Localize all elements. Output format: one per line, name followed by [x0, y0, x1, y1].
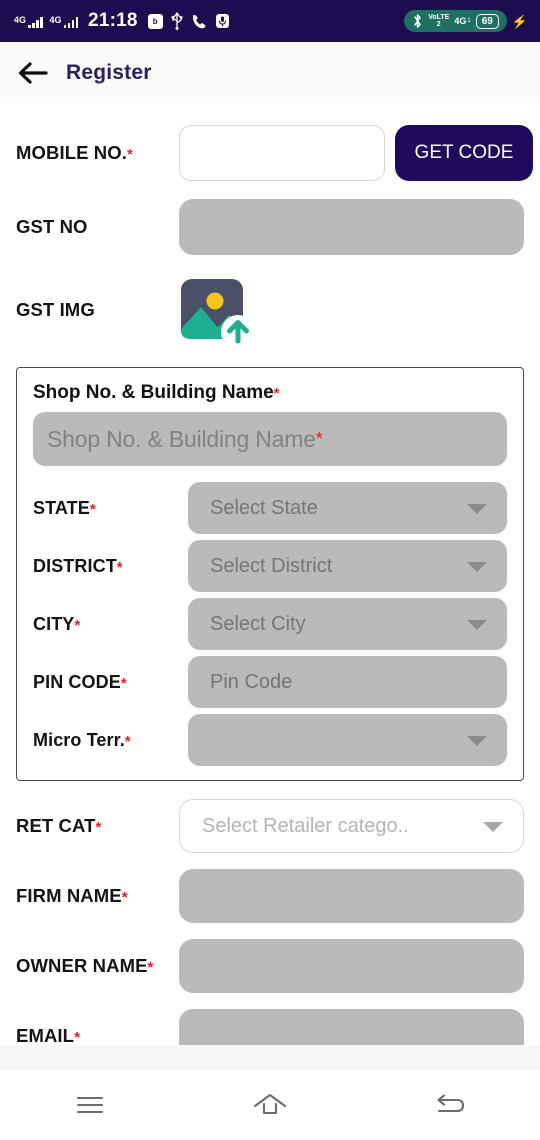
home-icon [253, 1093, 287, 1115]
status-pill: VoLTE 2 4G 1 69 [404, 10, 507, 32]
microphone-icon [215, 13, 230, 29]
firm-name-input[interactable] [179, 869, 524, 923]
field-row-pin-code: PIN CODE* Pin Code [25, 656, 515, 708]
label-email: EMAIL* [16, 1025, 80, 1045]
status-bar-left: 4G 4G 21:18 b [14, 10, 230, 32]
district-dropdown[interactable]: Select District [188, 540, 507, 592]
gst-img-upload-wrap [179, 273, 524, 353]
label-gst-no: GST NO [16, 216, 88, 237]
status-clock: 21:18 [88, 10, 138, 31]
charging-icon: ⚡ [511, 13, 528, 29]
nav-spacer [0, 1045, 540, 1070]
back-icon [437, 1094, 465, 1113]
state-dropdown[interactable]: Select State [188, 482, 507, 534]
field-row-micro-terr: Micro Terr.* [25, 714, 515, 766]
signal-sim1-icon: 4G [14, 14, 43, 28]
ret-cat-dropdown[interactable]: Select Retailer catego.. [179, 799, 524, 853]
chevron-down-icon [467, 620, 487, 630]
back-button[interactable] [415, 1080, 485, 1130]
chevron-down-icon [467, 736, 487, 746]
field-row-district: DISTRICT* Select District [25, 540, 515, 592]
back-arrow-icon[interactable] [18, 61, 48, 85]
get-code-button[interactable]: GET CODE [395, 125, 533, 181]
chevron-down-icon [467, 562, 487, 572]
label-mobile: MOBILE NO.* [16, 142, 133, 163]
form-scroll-area[interactable]: MOBILE NO.* GET CODE GST NO GST IMG Shop… [0, 103, 540, 1045]
phone-call-icon [191, 13, 208, 30]
mobile-input[interactable] [179, 125, 385, 181]
menu-icon [76, 1096, 104, 1114]
field-row-ret-cat: RET CAT* Select Retailer catego.. [0, 799, 540, 853]
field-row-city: CITY* Select City [25, 598, 515, 650]
network-indicator: 4G 1 [454, 15, 471, 26]
label-owner-name: OWNER NAME* [16, 955, 154, 976]
recents-button[interactable] [55, 1080, 125, 1130]
field-row-mobile: MOBILE NO.* GET CODE [0, 125, 540, 181]
field-row-gst-img: GST IMG [0, 273, 540, 353]
micro-terr-dropdown[interactable] [188, 714, 507, 766]
gst-no-input[interactable] [179, 199, 524, 255]
pin-code-input[interactable]: Pin Code [188, 656, 507, 708]
label-micro-terr: Micro Terr.* [33, 729, 131, 750]
usb-icon [170, 12, 184, 30]
label-district: DISTRICT* [33, 555, 123, 576]
label-gst-img: GST IMG [16, 299, 95, 320]
image-upload-icon[interactable] [179, 273, 259, 353]
battery-indicator: 69 [475, 13, 499, 29]
field-row-gst-no: GST NO [0, 199, 540, 255]
label-city: CITY* [33, 613, 81, 634]
app-badge-icon: b [147, 13, 163, 29]
field-row-owner-name: OWNER NAME* [0, 939, 540, 993]
status-bar: 4G 4G 21:18 b VoLTE 2 4G 1 69 ⚡ [0, 0, 540, 42]
app-bar: Register [0, 42, 540, 103]
signal-sim2-icon: 4G [50, 14, 79, 28]
required-asterisk: * [126, 146, 133, 163]
email-input[interactable] [179, 1009, 524, 1045]
owner-name-input[interactable] [179, 939, 524, 993]
volte-indicator: VoLTE 2 [428, 13, 450, 29]
label-firm-name: FIRM NAME* [16, 885, 128, 906]
system-nav-bar [0, 1070, 540, 1140]
status-bar-right: VoLTE 2 4G 1 69 ⚡ [404, 10, 528, 32]
field-row-email: EMAIL* [0, 1009, 540, 1045]
home-button[interactable] [235, 1080, 305, 1130]
chevron-down-icon [467, 504, 487, 514]
page-title: Register [66, 60, 152, 84]
field-row-state: STATE* Select State [25, 482, 515, 534]
bluetooth-icon [412, 13, 423, 29]
city-dropdown[interactable]: Select City [188, 598, 507, 650]
shop-name-input[interactable]: Shop No. & Building Name * [33, 412, 507, 466]
field-row-firm-name: FIRM NAME* [0, 869, 540, 923]
address-card: Shop No. & Building Name* Shop No. & Bui… [16, 367, 524, 781]
label-ret-cat: RET CAT* [16, 815, 102, 836]
label-pin-code: PIN CODE* [33, 671, 127, 692]
chevron-down-icon [483, 822, 503, 832]
label-state: STATE* [33, 497, 96, 518]
address-card-title: Shop No. & Building Name* [33, 382, 280, 403]
